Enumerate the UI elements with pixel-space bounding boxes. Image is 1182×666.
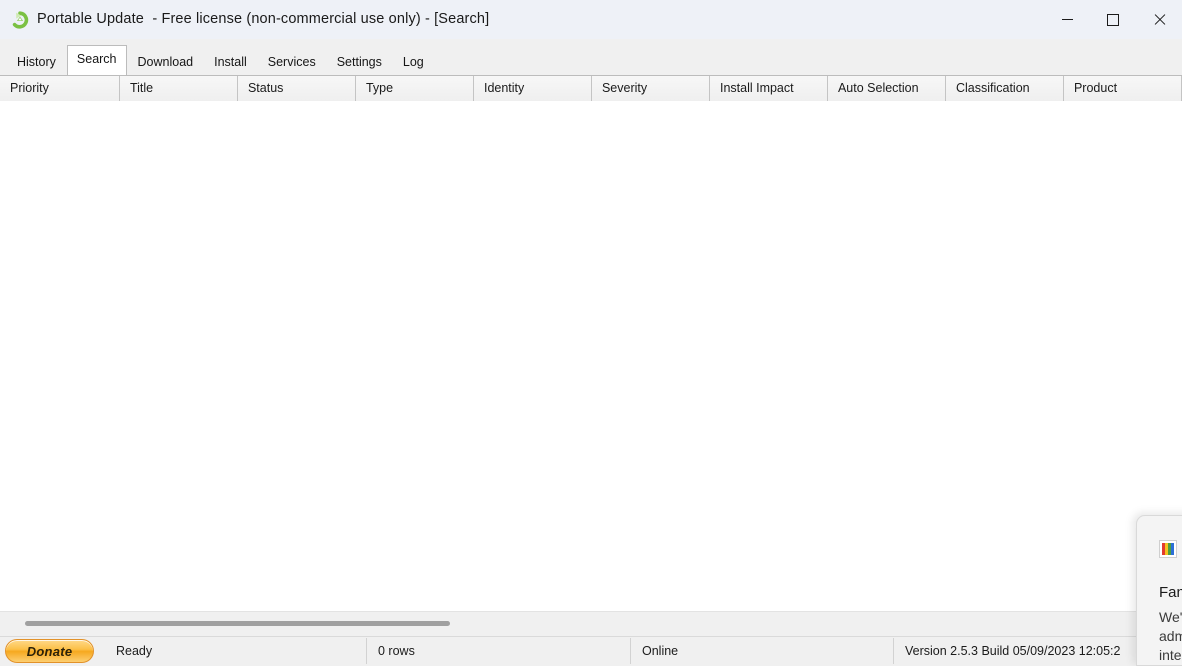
tab-list: History Search Download Install Services… bbox=[7, 50, 435, 75]
maximize-icon bbox=[1107, 14, 1119, 26]
tab-install[interactable]: Install bbox=[204, 50, 257, 75]
status-state: Ready bbox=[104, 636, 366, 666]
application-window: Portable Update - Free license (non-comm… bbox=[0, 0, 1182, 666]
close-icon bbox=[1153, 13, 1166, 26]
tab-label: Download bbox=[138, 55, 194, 69]
tab-label: Install bbox=[214, 55, 247, 69]
horizontal-scrollbar-thumb[interactable] bbox=[25, 621, 450, 626]
column-header-type[interactable]: Type bbox=[356, 76, 474, 101]
tab-label: Log bbox=[403, 55, 424, 69]
window-controls bbox=[1044, 0, 1182, 39]
column-header-classification[interactable]: Classification bbox=[946, 76, 1064, 101]
column-header-priority[interactable]: Priority bbox=[0, 76, 120, 101]
toast-body: We' adm inte bbox=[1159, 608, 1182, 665]
toast-line-3: inte bbox=[1159, 646, 1182, 665]
grid-body[interactable] bbox=[0, 101, 1182, 612]
tab-label: Services bbox=[268, 55, 316, 69]
status-connection: Online bbox=[630, 636, 893, 666]
column-header-auto-selection[interactable]: Auto Selection bbox=[828, 76, 946, 101]
tab-label: Search bbox=[77, 52, 117, 66]
tab-history[interactable]: History bbox=[7, 50, 66, 75]
tab-log[interactable]: Log bbox=[393, 50, 434, 75]
maximize-button[interactable] bbox=[1090, 0, 1136, 39]
tab-services[interactable]: Services bbox=[258, 50, 326, 75]
minimize-button[interactable] bbox=[1044, 0, 1090, 39]
tab-strip: History Search Download Install Services… bbox=[0, 39, 1182, 75]
horizontal-scrollbar[interactable] bbox=[0, 611, 1182, 636]
column-header-product[interactable]: Product bbox=[1064, 76, 1182, 101]
title-bar: Portable Update - Free license (non-comm… bbox=[0, 0, 1182, 40]
tab-search[interactable]: Search bbox=[67, 45, 127, 75]
grid-header-row: Priority Title Status Type Identity Seve… bbox=[0, 76, 1182, 101]
column-header-identity[interactable]: Identity bbox=[474, 76, 592, 101]
status-row-count: 0 rows bbox=[366, 636, 630, 666]
column-header-severity[interactable]: Severity bbox=[592, 76, 710, 101]
tab-download[interactable]: Download bbox=[128, 50, 204, 75]
minimize-icon bbox=[1062, 19, 1073, 20]
tab-label: Settings bbox=[337, 55, 382, 69]
color-swatch-icon bbox=[1159, 540, 1177, 558]
portable-update-icon bbox=[11, 11, 29, 29]
tab-settings[interactable]: Settings bbox=[327, 50, 392, 75]
status-version: Version 2.5.3 Build 05/09/2023 12:05:2 bbox=[893, 636, 1136, 666]
tab-label: History bbox=[17, 55, 56, 69]
color-swatch-glyph bbox=[1162, 543, 1174, 555]
donate-label: Donate bbox=[27, 644, 73, 659]
window-title: Portable Update - Free license (non-comm… bbox=[37, 11, 489, 27]
column-header-title[interactable]: Title bbox=[120, 76, 238, 101]
results-grid: Priority Title Status Type Identity Seve… bbox=[0, 75, 1182, 636]
donate-button-statusbar[interactable]: Donate bbox=[5, 639, 94, 663]
toast-title: Fan bbox=[1159, 584, 1182, 601]
column-header-status[interactable]: Status bbox=[238, 76, 356, 101]
notification-toast[interactable]: Fan We' adm inte bbox=[1136, 515, 1182, 666]
toast-line-2: adm bbox=[1159, 627, 1182, 646]
column-header-install-impact[interactable]: Install Impact bbox=[710, 76, 828, 101]
close-button[interactable] bbox=[1136, 0, 1182, 39]
toast-line-1: We' bbox=[1159, 608, 1182, 627]
